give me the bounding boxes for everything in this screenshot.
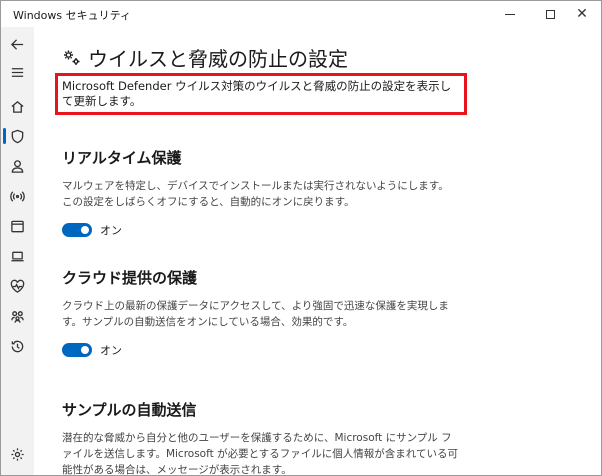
shield-icon	[11, 129, 23, 143]
cloud-protection-toggle[interactable]	[62, 343, 92, 357]
page-description: Microsoft Defender ウイルス対策のウイルスと脅威の防止の設定を…	[62, 79, 452, 108]
wifi-antenna-icon	[9, 190, 25, 202]
section-title: リアルタイム保護	[62, 149, 182, 167]
history-icon	[11, 340, 23, 352]
app-browser-icon	[10, 220, 24, 232]
family-icon	[10, 310, 24, 323]
section-description: 潜在的な脅威から自分と他のユーザーを保護するために、Microsoft にサンプ…	[62, 432, 458, 475]
page-header: ウイルスと脅威の防止の設定	[62, 43, 348, 72]
toggle-label: オン	[100, 344, 122, 357]
home-icon	[10, 100, 24, 113]
sidebar-nav	[1, 27, 34, 475]
sidebar-item-firewall[interactable]	[6, 185, 28, 207]
section-title: クラウド提供の保護	[62, 269, 198, 287]
back-arrow-icon	[10, 38, 23, 50]
sidebar-item-app-browser[interactable]	[6, 215, 28, 237]
section-realtime-protection: リアルタイム保護 マルウェアを特定し、デバイスでインストールまたは実行されないよ…	[62, 147, 582, 238]
menu-button[interactable]	[6, 61, 28, 83]
laptop-icon	[10, 251, 24, 261]
toggle-knob	[81, 346, 89, 354]
toggle-label: オン	[100, 224, 122, 237]
gears-icon	[64, 50, 80, 65]
sidebar-item-virus-protection[interactable]	[6, 125, 28, 147]
sidebar-item-history[interactable]	[6, 335, 28, 357]
realtime-protection-toggle[interactable]	[62, 223, 92, 237]
sidebar-item-settings[interactable]	[6, 443, 28, 465]
section-sample-submission: サンプルの自動送信 潜在的な脅威から自分と他のユーザーを保護するために、Micr…	[62, 399, 582, 475]
minimize-icon	[505, 13, 515, 15]
sidebar-item-device-health[interactable]	[6, 275, 28, 297]
sidebar-item-family[interactable]	[6, 305, 28, 327]
back-button[interactable]	[6, 33, 28, 55]
account-icon	[11, 159, 23, 173]
maximize-icon	[545, 9, 555, 19]
sidebar-item-account[interactable]	[6, 155, 28, 177]
close-button[interactable]: ✕	[559, 1, 601, 27]
section-cloud-protection: クラウド提供の保護 クラウド上の最新の保護データにアクセスして、より強固で迅速な…	[62, 267, 582, 358]
app-window: Windows セキュリティ ✕ ウイルスと脅威の防止の設定 Microsoft…	[0, 0, 602, 476]
main-content: ウイルスと脅威の防止の設定 Microsoft Defender ウイルス対策の…	[34, 27, 601, 475]
section-description: マルウェアを特定し、デバイスでインストールまたは実行されないようにします。この設…	[62, 180, 449, 208]
hamburger-menu-icon	[11, 67, 23, 77]
close-icon: ✕	[576, 6, 588, 22]
page-title: ウイルスと脅威の防止の設定	[88, 47, 348, 71]
section-description: クラウド上の最新の保護データにアクセスして、より強固で迅速な保護を実現します。サ…	[62, 300, 449, 328]
settings-gear-icon	[10, 447, 24, 461]
sidebar-item-device-security[interactable]	[6, 245, 28, 267]
heart-health-icon	[10, 279, 24, 293]
title-bar: Windows セキュリティ ✕	[1, 1, 601, 27]
toggle-knob	[81, 226, 89, 234]
cloud-protection-toggle-row: オン	[62, 342, 582, 358]
realtime-protection-toggle-row: オン	[62, 222, 582, 238]
sidebar-item-home[interactable]	[6, 95, 28, 117]
window-title: Windows セキュリティ	[13, 9, 131, 22]
section-title: サンプルの自動送信	[62, 401, 197, 419]
